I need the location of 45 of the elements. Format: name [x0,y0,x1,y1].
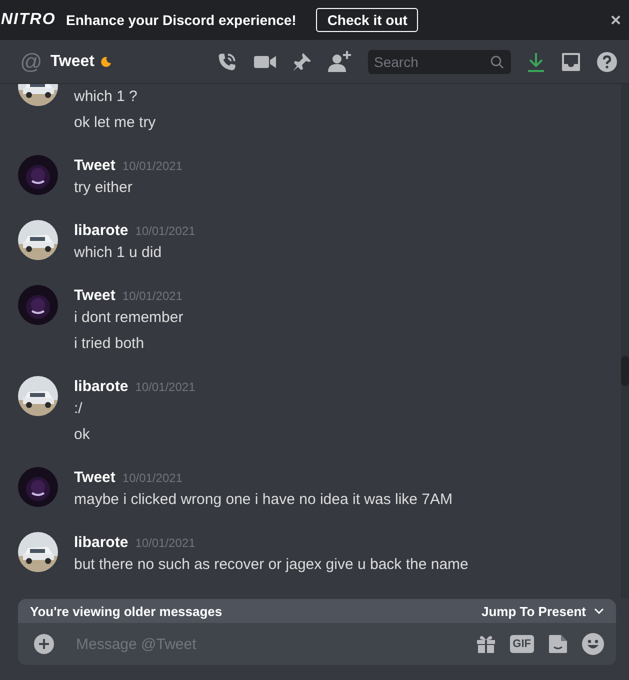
gif-button[interactable]: GIF [510,635,534,653]
banner-text: Enhance your Discord experience! [66,12,296,28]
pin-icon[interactable] [292,52,312,72]
channel-title: Tweet [50,52,94,70]
add-friend-icon[interactable] [328,50,352,72]
older-messages-text: You're viewing older messages [30,604,222,618]
emoji-icon[interactable] [582,633,604,655]
download-icon[interactable] [527,52,545,72]
check-it-out-button[interactable]: Check it out [316,8,418,32]
sticker-icon[interactable] [548,634,568,654]
timestamp: 10/01/2021 [135,535,196,552]
at-sign: @ [20,48,42,74]
message-text: i tried both [74,334,146,354]
message-text: ok [74,425,91,445]
message-text: :/ [74,399,84,419]
author-name[interactable]: libarote [74,376,128,398]
plus-icon[interactable] [34,634,54,654]
timestamp: 10/01/2021 [122,470,182,487]
close-button[interactable]: × [610,10,621,30]
message-text: but there no such as recover or jagex give u back the name [74,555,468,575]
author-name[interactable]: libarote [74,220,128,242]
timestamp: 10/01/2021 [135,223,196,240]
search-icon [490,54,504,68]
message-text: maybe i clicked wrong one i have no idea it was like 7AM [74,490,453,510]
timestamp: 10/01/2021 [122,288,182,305]
message-text: which 1 ? [74,87,138,107]
timestamp: 10/01/2021 [135,379,196,396]
timestamp: 10/01/2021 [122,158,182,175]
chevron-icon [594,608,604,614]
scrollbar-thumb[interactable] [621,356,629,386]
message-text: i dont remember [74,308,184,328]
author-name[interactable]: Tweet [74,285,116,307]
inbox-icon[interactable] [561,52,581,72]
author-name[interactable]: Tweet [74,467,116,489]
video-camera-icon[interactable] [254,54,276,70]
message-text: ok let me try [74,113,156,133]
jump-to-present-button[interactable]: Jump To Present [481,604,604,618]
author-name[interactable]: Tweet [74,155,116,177]
message-text: try either [74,178,134,198]
search-field[interactable]: Search [368,50,511,74]
message-text: which 1 u did [74,243,163,263]
gift-icon[interactable] [476,634,496,654]
nitro-logo: NITRO [1,11,57,29]
help-icon[interactable] [597,52,617,72]
author-name[interactable]: libarote [74,532,128,554]
